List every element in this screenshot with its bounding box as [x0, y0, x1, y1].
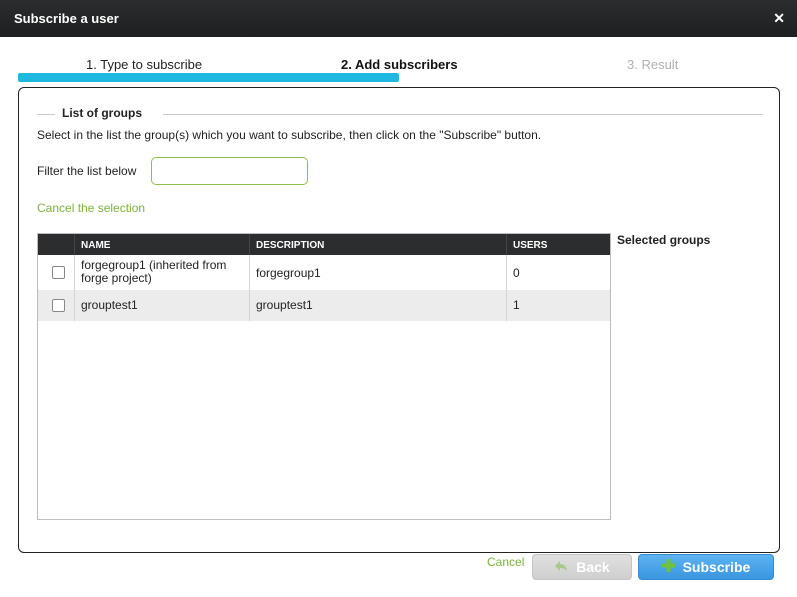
legend-divider-right	[163, 114, 763, 115]
groups-panel: List of groups Select in the list the gr…	[18, 87, 780, 553]
subscribe-button[interactable]: Subscribe	[638, 554, 774, 580]
column-header-name[interactable]: NAME	[81, 240, 110, 251]
group-name-cell: forgegroup1 (inherited from forge projec…	[81, 259, 226, 285]
filter-input[interactable]	[151, 157, 308, 185]
wizard-steps: 1. Type to subscribe 2. Add subscribers …	[0, 37, 797, 85]
table-row[interactable]: forgegroup1 (inherited from forge projec…	[38, 255, 610, 290]
wizard-progress-bar	[18, 73, 399, 82]
subscribe-button-label: Subscribe	[682, 559, 751, 575]
step-1-label: 1. Type to subscribe	[86, 57, 203, 72]
header-divider	[74, 234, 75, 255]
instructions-text: Select in the list the group(s) which yo…	[37, 128, 542, 142]
row-checkbox[interactable]	[52, 266, 65, 279]
back-arrow-icon	[554, 559, 568, 575]
column-header-description[interactable]: DESCRIPTION	[256, 240, 324, 251]
cell-divider	[74, 290, 75, 321]
group-description-cell: forgegroup1	[256, 266, 321, 280]
step-3-label: 3. Result	[627, 57, 679, 72]
legend-divider-left	[37, 114, 55, 115]
column-header-users[interactable]: USERS	[513, 240, 547, 251]
back-button-label: Back	[576, 559, 610, 575]
dialog-title: Subscribe a user	[14, 11, 119, 26]
plus-icon	[661, 559, 675, 575]
selected-groups-label: Selected groups	[617, 233, 711, 247]
close-icon[interactable]: ✕	[773, 10, 785, 27]
step-2-label: 2. Add subscribers	[341, 57, 458, 72]
table-row[interactable]: grouptest1 grouptest1 1	[38, 290, 610, 321]
filter-label: Filter the list below	[37, 164, 137, 178]
group-name-cell: grouptest1	[81, 298, 138, 312]
header-divider	[506, 234, 507, 255]
header-divider	[249, 234, 250, 255]
group-name-line: forge project)	[81, 271, 152, 285]
row-checkbox[interactable]	[52, 299, 65, 312]
cell-divider	[249, 255, 250, 290]
groups-legend: List of groups	[37, 106, 763, 120]
groups-legend-label: List of groups	[62, 106, 148, 120]
cancel-selection-link[interactable]: Cancel the selection	[37, 201, 145, 215]
cell-divider	[506, 255, 507, 290]
table-header: NAME DESCRIPTION USERS	[38, 234, 610, 255]
cell-divider	[506, 290, 507, 321]
dialog-titlebar: Subscribe a user ✕	[0, 0, 797, 37]
group-users-cell: 0	[513, 266, 520, 280]
cell-divider	[249, 290, 250, 321]
cancel-link[interactable]: Cancel	[487, 555, 524, 569]
back-button[interactable]: Back	[532, 554, 632, 580]
group-users-cell: 1	[513, 298, 520, 312]
cell-divider	[74, 255, 75, 290]
group-description-cell: grouptest1	[256, 298, 313, 312]
groups-table: NAME DESCRIPTION USERS forgegroup1 (inhe…	[37, 233, 611, 520]
group-name-line: forgegroup1 (inherited from	[81, 258, 227, 272]
